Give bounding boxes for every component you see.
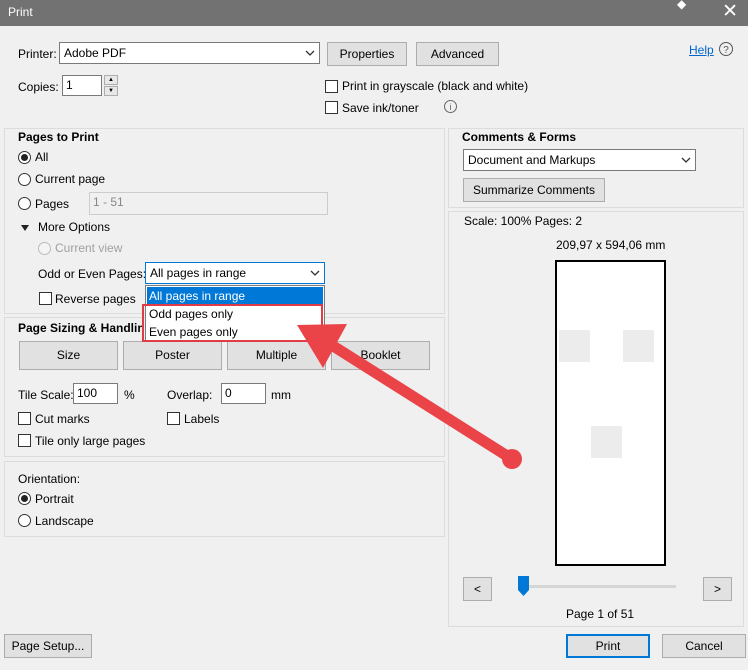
annotation-arrow-icon: [297, 324, 522, 469]
